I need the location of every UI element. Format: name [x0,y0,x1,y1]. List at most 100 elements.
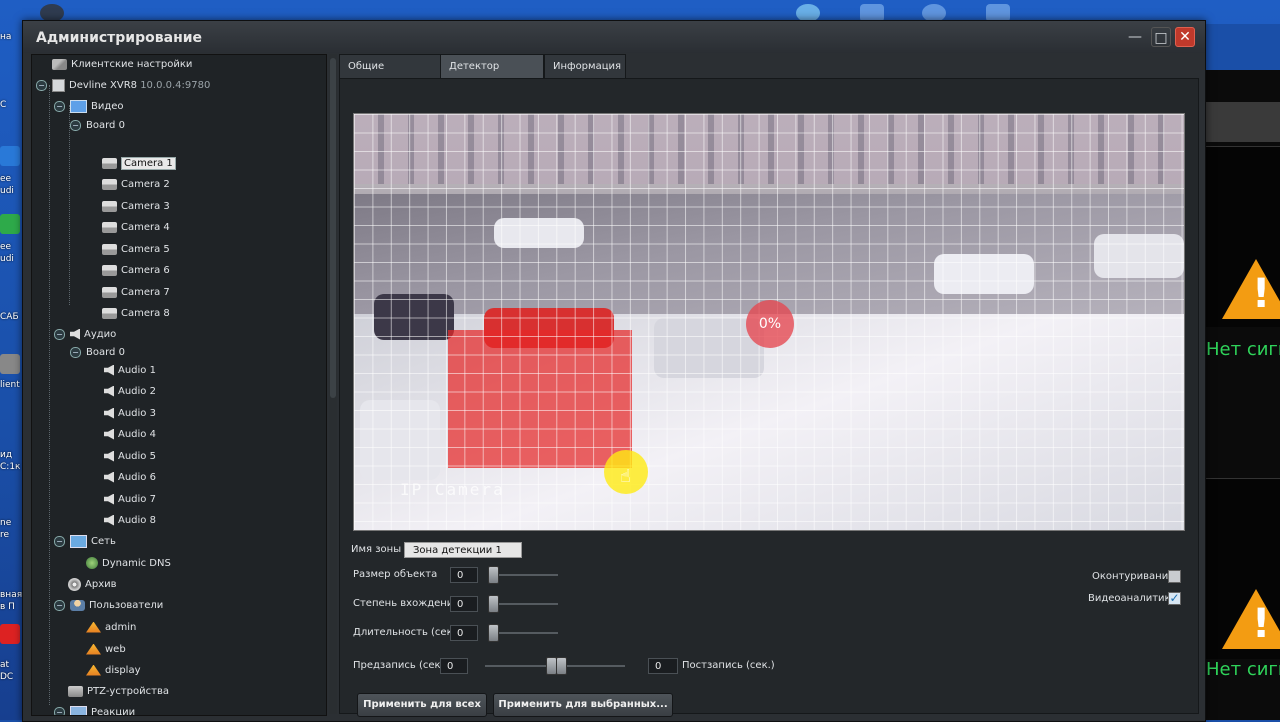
postrecord-field[interactable]: 0 [648,658,678,674]
tree-users[interactable]: − Пользователи [54,598,163,614]
camera-icon [102,264,117,276]
entry-degree-slider-handle[interactable] [488,595,499,613]
user-warning-icon [86,664,101,676]
app-icon [0,354,20,374]
tree-line [69,105,70,305]
object-size-slider-handle[interactable] [488,566,499,584]
globe-icon [86,557,98,569]
tree-audio-board[interactable]: − Board 0 [70,345,125,361]
collapse-icon[interactable]: − [54,100,65,112]
tree-audio-6[interactable]: Audio 6 [104,470,156,486]
collapse-icon[interactable]: − [54,328,65,340]
postrecord-slider-handle[interactable] [556,657,567,675]
tree-audio-2[interactable]: Audio 2 [104,384,156,400]
tree-audio-3[interactable]: Audio 3 [104,406,156,422]
tree-user-admin[interactable]: admin [86,620,136,636]
zone-name-field[interactable]: Зона детекции 1 [404,542,522,558]
tree-audio-8[interactable]: Audio 8 [104,513,156,529]
speaker-icon [104,493,114,505]
collapse-icon[interactable]: − [54,535,65,547]
apply-selected-button[interactable]: Применить для выбранных... [493,693,673,717]
zone-name-label: Имя зоны [351,544,402,555]
app-icon [0,146,20,166]
collapse-icon[interactable]: − [36,79,47,91]
tree-camera-4[interactable]: Camera 4 [102,220,170,236]
contour-checkbox[interactable] [1168,570,1181,583]
duration-slider-handle[interactable] [488,624,499,642]
tree-camera-1[interactable]: Camera 1 [102,156,176,172]
speaker-icon [104,407,114,419]
speaker-icon [70,328,80,340]
no-signal-text: Нет сигн [1206,659,1280,680]
tree-dynamic-dns[interactable]: Dynamic DNS [86,556,171,572]
tree-camera-3[interactable]: Camera 3 [102,199,170,215]
settings-panel: Общие настройки Детектор движения Информ… [339,54,1199,717]
tree-user-web[interactable]: web [86,642,126,658]
tab-general-settings[interactable]: Общие настройки [339,54,441,95]
no-signal-text: Нет сигн [1206,339,1280,360]
motion-percent-badge: 0% [746,300,794,348]
user-warning-icon [86,643,101,655]
apply-all-button[interactable]: Применить для всех [357,693,487,717]
object-size-field[interactable]: 0 [450,567,478,583]
camera-tile-no-signal[interactable]: ! Нет сигн [1204,146,1280,360]
speaker-icon [104,450,114,462]
tree-camera-8[interactable]: Camera 8 [102,306,170,322]
camera-tile-no-signal[interactable]: ! Нет сигн [1204,478,1280,680]
prerecord-label: Предзапись (сек.) [353,660,448,671]
tree-camera-2[interactable]: Camera 2 [102,177,170,193]
monitor-toolbar [1204,102,1280,142]
background-monitor-window: ! Нет сигн ! Нет сигн [1204,24,1280,720]
tree-ptz[interactable]: PTZ-устройства [68,684,169,700]
camera-icon [102,178,117,190]
scrollbar-thumb[interactable] [330,58,336,398]
duration-field[interactable]: 0 [450,625,478,641]
collapse-icon[interactable]: − [54,706,65,715]
collapse-icon[interactable]: − [70,346,81,358]
tree-network[interactable]: − Сеть [54,534,116,550]
minimize-button[interactable]: — [1125,27,1145,47]
collapse-icon[interactable]: − [70,119,81,131]
tree-client-settings[interactable]: Клиентские настройки [52,57,192,73]
postrecord-label: Постзапись (сек.) [682,660,775,671]
tab-information[interactable]: Информация [544,54,626,78]
tree-audio-5[interactable]: Audio 5 [104,449,156,465]
tree-user-display[interactable]: display [86,663,141,679]
tree-camera-7[interactable]: Camera 7 [102,285,170,301]
title-bar[interactable]: Администрирование — □ ✕ [23,21,1205,53]
speaker-icon [104,471,114,483]
users-icon [70,599,85,611]
camera-preview[interactable]: 0% IP Camera ☝ [353,113,1185,531]
entry-degree-field[interactable]: 0 [450,596,478,612]
tree-audio-7[interactable]: Audio 7 [104,492,156,508]
reactions-icon [70,705,87,715]
tree-audio-1[interactable]: Audio 1 [104,363,156,379]
warning-icon [1222,259,1280,319]
camera-overlay-text: IP Camera [400,480,505,499]
prerecord-field[interactable]: 0 [440,658,468,674]
tree-audio-4[interactable]: Audio 4 [104,427,156,443]
maximize-button[interactable]: □ [1151,27,1171,47]
tree-scrollbar[interactable] [329,54,337,714]
tree-camera-6[interactable]: Camera 6 [102,263,170,279]
collapse-icon[interactable]: − [54,599,65,611]
analytics-checkbox[interactable]: ✓ [1168,592,1181,605]
monitor-icon [70,99,87,113]
server-icon [52,78,65,92]
tab-motion-detector[interactable]: Детектор движения [440,54,544,95]
tree-camera-5[interactable]: Camera 5 [102,242,170,258]
film-reel-icon [68,577,81,591]
app-icon [0,214,20,234]
tree-reactions[interactable]: − Реакции [54,705,135,715]
close-button[interactable]: ✕ [1175,27,1195,47]
window-title: Администрирование [36,30,203,46]
tree-line [49,85,50,705]
tree-archive[interactable]: Архив [68,577,117,593]
tree-video-board[interactable]: − Board 0 [70,118,125,134]
tree-server[interactable]: − Devline XVR8 10.0.0.4:9780 [36,78,210,94]
tree-video[interactable]: − Видео [54,99,124,115]
camera-icon [102,286,117,298]
server-address: 10.0.0.4:9780 [140,80,211,91]
tree-audio[interactable]: − Аудио [54,327,116,343]
desktop-strip [1204,24,1280,70]
